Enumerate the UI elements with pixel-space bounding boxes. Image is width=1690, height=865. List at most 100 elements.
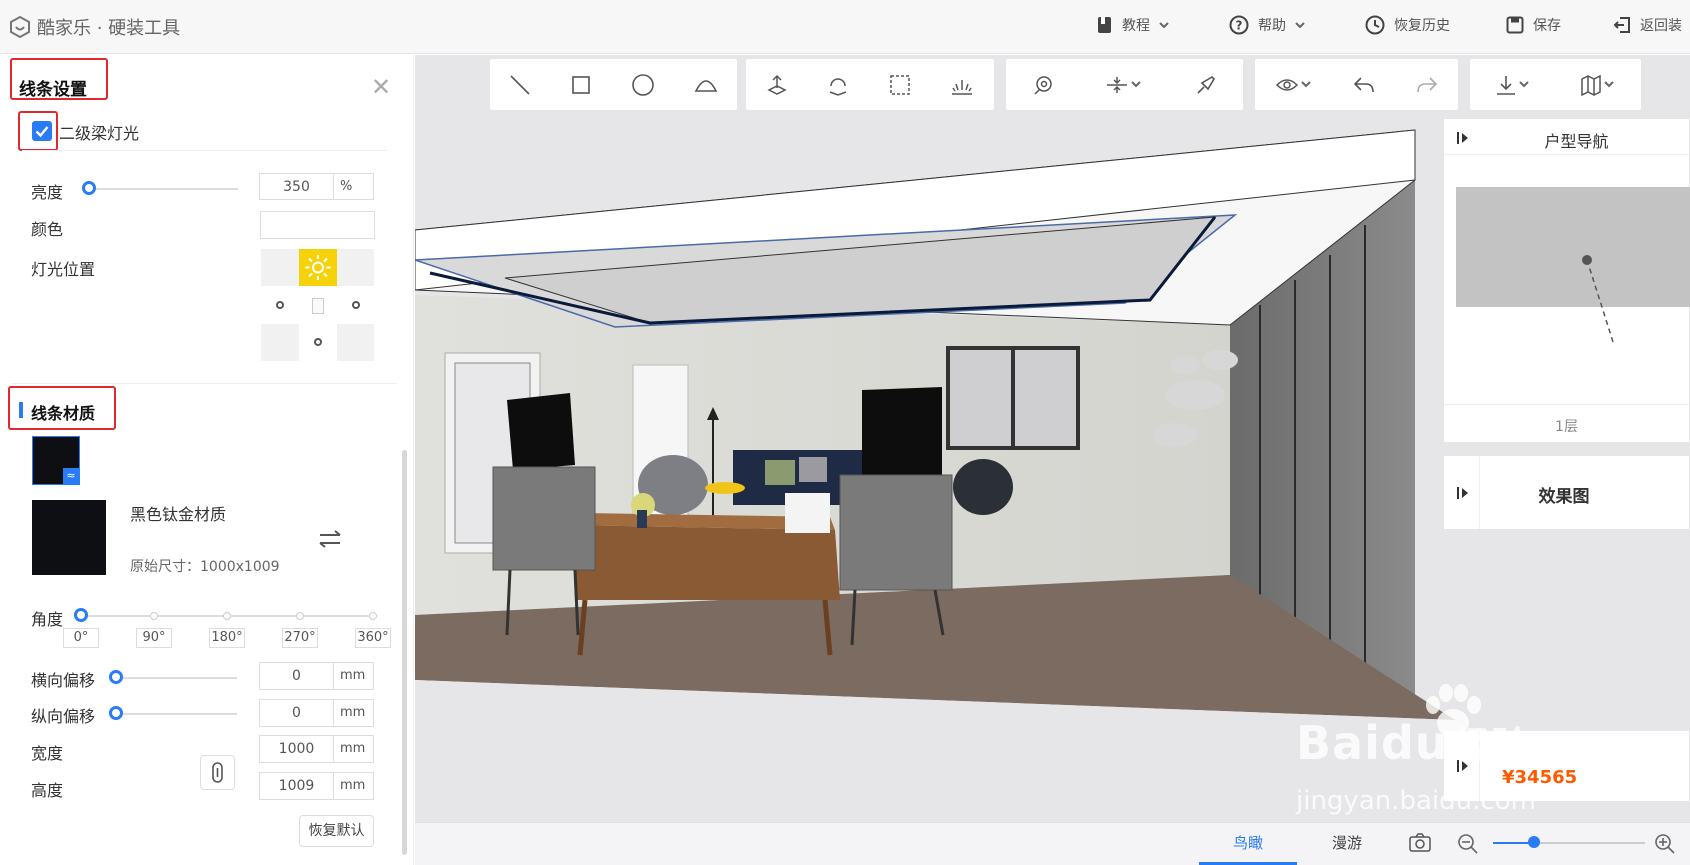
zoom-slider-handle[interactable] (1528, 836, 1541, 848)
color-picker[interactable] (260, 211, 375, 239)
undo-icon[interactable] (1352, 75, 1376, 95)
h-offset-unit: mm (334, 662, 374, 690)
speaker-left (492, 466, 596, 571)
svg-text:?: ? (1236, 19, 1243, 33)
width-unit: mm (334, 735, 374, 763)
map-menu[interactable] (1580, 74, 1616, 96)
eye-icon (1275, 78, 1298, 91)
logo-icon (10, 15, 30, 39)
v-offset-slider-handle[interactable] (109, 706, 123, 720)
light-position-bottom[interactable] (299, 324, 337, 361)
rotate-tool-icon[interactable] (827, 74, 849, 96)
render-title[interactable]: 效果图 (1479, 482, 1649, 507)
tab-roam[interactable]: 漫游 (1297, 822, 1397, 865)
help-menu[interactable]: ? 帮助 (1229, 15, 1305, 35)
reset-button[interactable]: 恢复默认 (299, 815, 374, 847)
angle-tick-label[interactable]: 270° (282, 628, 318, 648)
angle-tick[interactable] (150, 612, 158, 620)
help-label: 帮助 (1258, 18, 1286, 34)
coffee-table (572, 525, 840, 600)
light-position-center (299, 286, 337, 324)
app-title: 酷家乐 · 硬装工具 (37, 18, 181, 39)
angle-tick-label[interactable]: 90° (136, 628, 172, 648)
history-tool-group (1255, 59, 1458, 110)
angle-label: 角度 (31, 610, 64, 629)
back-button[interactable]: 返回装 (1613, 15, 1682, 35)
chevron-down-icon (1300, 80, 1311, 87)
help-icon: ? (1229, 15, 1249, 35)
sun-icon (305, 255, 331, 280)
angle-tick-label[interactable]: 0° (63, 628, 99, 648)
material-thumbnail[interactable]: ≈ (32, 436, 80, 485)
arc-tool-icon[interactable] (694, 77, 718, 93)
camera-icon[interactable] (1408, 832, 1432, 854)
line-tool-icon[interactable] (509, 74, 531, 96)
floor-label[interactable]: 1层 (1444, 416, 1689, 436)
chevron-down-icon (1159, 22, 1169, 28)
chevron-down-icon (1130, 80, 1141, 87)
ceiling-light-icon[interactable] (950, 74, 974, 96)
save-button[interactable]: 保存 (1506, 15, 1561, 35)
save-icon (1506, 16, 1524, 34)
zoom-slider-track[interactable] (1493, 842, 1645, 844)
render-panel: 效果图 (1443, 455, 1690, 530)
v-offset-slider-track[interactable] (113, 713, 237, 715)
draw-tool-group (490, 59, 737, 110)
save-label: 保存 (1533, 18, 1561, 34)
brightness-input[interactable]: 350 (259, 173, 334, 200)
h-offset-slider-track[interactable] (113, 677, 237, 679)
angle-tick[interactable] (369, 612, 377, 620)
redo-icon[interactable] (1415, 75, 1439, 95)
swap-icon[interactable] (318, 530, 342, 548)
rectangle-tool-icon[interactable] (570, 74, 592, 96)
camera-marker (1582, 255, 1615, 346)
beam-light-label: 二级梁灯光 (59, 124, 140, 143)
app-brand[interactable]: 酷家乐 · 硬装工具 (8, 14, 180, 40)
collapse-icon[interactable] (1456, 486, 1470, 500)
history-label: 恢复历史 (1394, 18, 1450, 34)
tab-bird-view[interactable]: 鸟瞰 (1199, 822, 1297, 865)
camera-path-icon[interactable] (1032, 74, 1054, 96)
region-select-icon[interactable] (889, 74, 911, 96)
brightness-slider-track[interactable] (83, 188, 238, 190)
visibility-menu[interactable] (1275, 77, 1313, 93)
zoom-out-icon[interactable] (1456, 832, 1480, 856)
divider (12, 383, 397, 384)
width-input[interactable]: 1000 (259, 735, 334, 763)
v-offset-label: 纵向偏移 (31, 707, 96, 726)
wave-icon: ≈ (63, 468, 79, 484)
paint-brush-icon[interactable] (1194, 73, 1218, 97)
light-position-top[interactable] (299, 249, 337, 286)
chevron-down-icon (1604, 80, 1614, 87)
align-menu[interactable] (1105, 74, 1143, 96)
height-input[interactable]: 1009 (259, 772, 334, 800)
color-label: 颜色 (31, 220, 64, 239)
exit-icon (1613, 17, 1630, 33)
floorplan-map[interactable] (1456, 187, 1690, 346)
extrude-tool-icon[interactable] (766, 74, 788, 96)
light-position-right[interactable] (337, 286, 374, 324)
circle-tool-icon[interactable] (631, 73, 655, 97)
h-offset-slider-handle[interactable] (109, 670, 123, 684)
material-size: 原始尺寸：1000x1009 (130, 559, 280, 575)
tutorial-menu[interactable]: 教程 (1097, 15, 1169, 35)
angle-tick-label[interactable]: 360° (355, 628, 391, 648)
zoom-in-icon[interactable] (1653, 832, 1677, 856)
h-offset-input[interactable]: 0 (259, 662, 334, 690)
light-position-grid (261, 249, 374, 361)
close-icon[interactable]: ✕ (371, 73, 391, 101)
angle-tick[interactable] (296, 612, 304, 620)
material-preview (32, 500, 106, 575)
download-menu[interactable] (1495, 74, 1531, 96)
lock-ratio-button[interactable] (200, 755, 235, 790)
angle-tick[interactable] (223, 612, 231, 620)
beam-light-checkbox[interactable] (32, 121, 52, 141)
v-offset-input[interactable]: 0 (259, 699, 334, 727)
angle-slider-handle[interactable] (74, 608, 88, 622)
light-position-left[interactable] (261, 286, 299, 324)
angle-tick-label[interactable]: 180° (209, 628, 245, 648)
top-bar: 酷家乐 · 硬装工具 教程 ? 帮助 恢复历史 保存 返回装 (0, 0, 1690, 54)
panel-scrollbar[interactable] (402, 450, 407, 855)
height-label: 高度 (31, 781, 64, 800)
history-button[interactable]: 恢复历史 (1365, 15, 1450, 35)
